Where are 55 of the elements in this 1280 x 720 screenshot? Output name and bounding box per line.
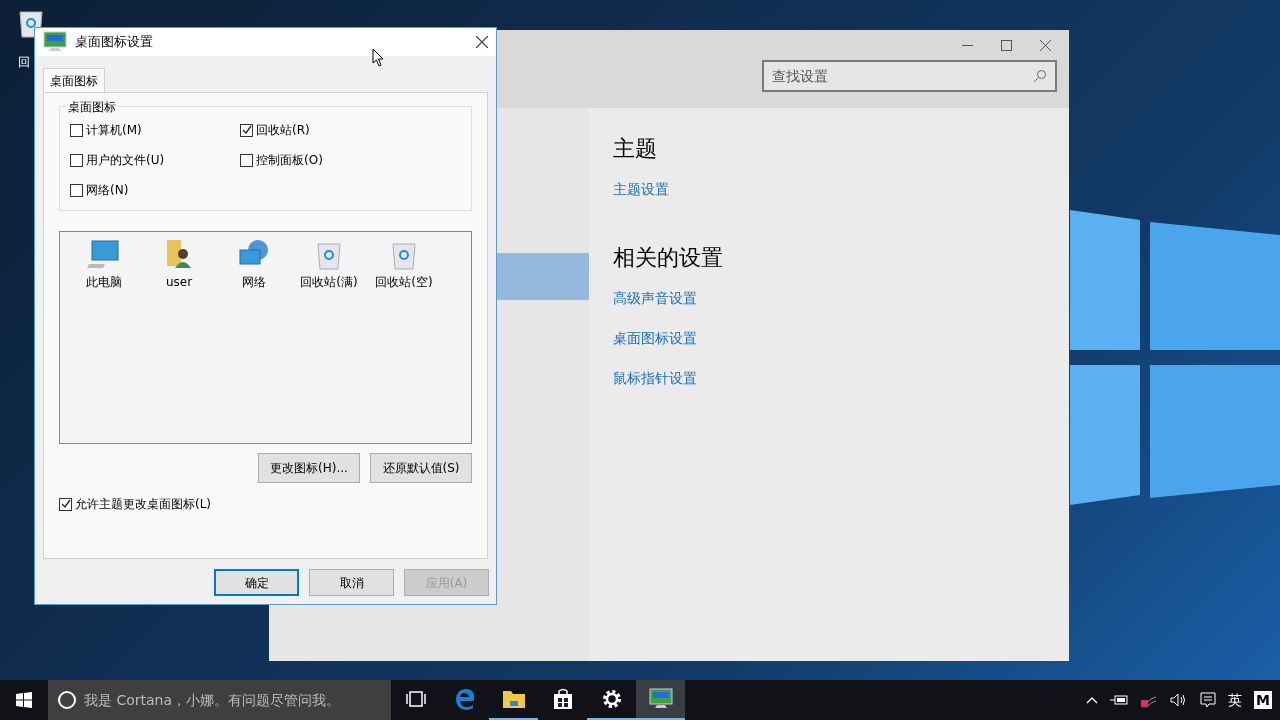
checkbox[interactable] <box>70 153 83 167</box>
section-heading: 相关的设置 <box>613 244 724 272</box>
recycle-bin-icon <box>316 240 342 270</box>
settings-link[interactable]: 桌面图标设置 <box>613 328 1069 368</box>
settings-icon[interactable] <box>600 688 623 710</box>
checkbox[interactable] <box>70 123 83 137</box>
close-icon[interactable] <box>1040 39 1051 51</box>
dialog-button[interactable]: 还原默认值(S) <box>370 453 472 483</box>
checkbox[interactable] <box>240 153 253 167</box>
windows-start-icon[interactable] <box>16 692 32 708</box>
dialog-button[interactable]: 更改图标(H)... <box>258 453 360 483</box>
shopping-bag-icon[interactable] <box>552 688 573 710</box>
checkbox-label[interactable]: 控制面板(O) <box>256 152 323 168</box>
folder-icon[interactable] <box>501 689 526 709</box>
checkbox[interactable] <box>70 183 83 197</box>
group-title: 桌面图标 <box>66 99 118 115</box>
dialog-button[interactable]: 确定 <box>214 569 299 596</box>
icon-label[interactable]: 回收站(满) <box>300 274 358 290</box>
checkbox-label[interactable]: 用户的文件(U) <box>86 152 165 168</box>
input-mode-indicator[interactable]: M <box>1254 691 1272 709</box>
desktop-icon-label[interactable]: 回 <box>18 54 30 70</box>
section-heading: 主题 <box>613 135 658 163</box>
notification-icon[interactable] <box>1200 692 1217 708</box>
checkbox-label[interactable]: 计算机(M) <box>86 122 142 138</box>
checkbox-label[interactable]: 允许主题更改桌面图标(L) <box>75 496 212 512</box>
browser-e-icon[interactable] <box>453 688 476 710</box>
search-field[interactable]: 查找设置 <box>762 60 1057 92</box>
maximize-icon[interactable] <box>1001 39 1012 51</box>
battery-plug-icon[interactable] <box>1110 694 1129 706</box>
tab[interactable]: 桌面图标 <box>43 68 105 92</box>
settings-link[interactable]: 鼠标指针设置 <box>613 368 1069 408</box>
settings-link[interactable]: 主题设置 <box>613 179 1069 219</box>
checkbox-label[interactable]: 回收站(R) <box>256 122 310 138</box>
chevron-up-icon[interactable] <box>1086 696 1099 704</box>
checkbox[interactable] <box>59 497 72 511</box>
minimize-icon[interactable] <box>962 44 973 46</box>
close-icon[interactable] <box>476 36 488 48</box>
search-icon <box>1033 69 1047 83</box>
settings-link[interactable]: 高级声音设置 <box>613 288 1069 328</box>
user-folder-icon <box>165 238 193 270</box>
icon-label[interactable]: user <box>165 274 193 290</box>
icon-label[interactable]: 此电脑 <box>86 274 122 290</box>
window-title: 桌面图标设置 <box>75 33 154 51</box>
monitor-icon <box>87 240 121 270</box>
cortana-search-field[interactable]: 我是 Cortana，小娜。有问题尽管问我。 <box>48 680 391 720</box>
checkbox-label[interactable]: 网络(N) <box>86 182 129 198</box>
input-method-indicator[interactable]: 英 <box>1228 690 1243 710</box>
checkbox[interactable] <box>240 123 253 137</box>
icon-label[interactable]: 网络 <box>242 274 266 290</box>
recycle-bin-icon <box>391 240 417 270</box>
dialog-button[interactable]: 取消 <box>309 569 394 596</box>
monitor-icon[interactable] <box>648 688 673 710</box>
task-view-icon[interactable] <box>405 691 426 707</box>
icon-label[interactable]: 回收站(空) <box>375 274 433 290</box>
monitor-icon[interactable] <box>43 31 67 53</box>
